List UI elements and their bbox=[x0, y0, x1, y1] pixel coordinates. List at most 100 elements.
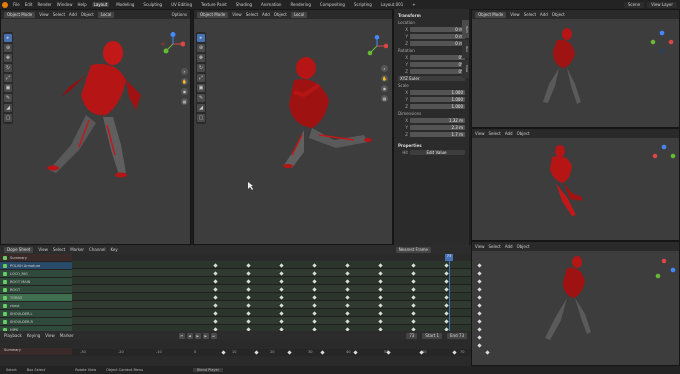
keyframe-diamond[interactable] bbox=[411, 286, 416, 292]
keyframe-diamond[interactable] bbox=[345, 278, 350, 284]
menu-select-rt[interactable]: Select bbox=[524, 12, 536, 17]
keyframe-diamond[interactable] bbox=[411, 270, 416, 276]
location-y-field[interactable]: 0 m bbox=[410, 33, 465, 39]
transform-tool-icon[interactable]: ▣ bbox=[197, 84, 205, 92]
keyframe-diamond[interactable] bbox=[312, 262, 317, 268]
annotate-tool-icon[interactable]: ✎ bbox=[197, 94, 205, 102]
keyframe-diamond[interactable] bbox=[246, 310, 251, 316]
viewport-right-bottom[interactable]: View Select Add Object bbox=[471, 241, 680, 366]
orientation-dropdown-center[interactable]: Local bbox=[290, 11, 308, 18]
end-frame-field[interactable]: End 73 bbox=[447, 332, 467, 339]
snapping-dropdown[interactable]: Nearest Frame bbox=[395, 246, 431, 253]
keyframe-diamond[interactable] bbox=[279, 278, 284, 284]
keyframe-track[interactable] bbox=[72, 285, 482, 293]
keyframe-diamond[interactable] bbox=[444, 310, 449, 316]
location-x-field[interactable]: 0 m bbox=[410, 26, 465, 32]
keyframe-track[interactable] bbox=[72, 269, 482, 277]
rotation-mode-dropdown[interactable]: XYZ Euler bbox=[398, 75, 465, 81]
move-tool-icon[interactable]: ✥ bbox=[197, 54, 205, 62]
navigation-gizmo-icon[interactable] bbox=[652, 144, 676, 168]
add-cube-tool-icon[interactable]: ▢ bbox=[197, 114, 205, 122]
tab-uv-editing[interactable]: UV Editing bbox=[169, 2, 194, 7]
blender-logo-icon[interactable] bbox=[2, 1, 8, 8]
tab-scripting[interactable]: Scripting bbox=[352, 2, 374, 7]
timeline-keyframe[interactable] bbox=[386, 350, 391, 355]
properties-section-header[interactable]: Properties bbox=[398, 143, 465, 148]
menu-object-rb[interactable]: Object bbox=[517, 244, 530, 249]
keyframe-diamond[interactable] bbox=[411, 278, 416, 284]
scale-tool-icon[interactable]: ⤢ bbox=[197, 74, 205, 82]
rotate-tool-icon[interactable]: ↻ bbox=[4, 64, 12, 72]
keyframe-diamond[interactable] bbox=[444, 302, 449, 308]
keyframe-diamond[interactable] bbox=[246, 262, 251, 268]
zoom-icon[interactable]: ⌕ bbox=[381, 65, 388, 72]
channel-row[interactable]: TORSO bbox=[0, 294, 72, 302]
ds-menu-select[interactable]: Select bbox=[53, 247, 65, 252]
menu-add-rb[interactable]: Add bbox=[505, 244, 513, 249]
keyframe-diamond[interactable] bbox=[312, 294, 317, 300]
tab-layout[interactable]: Layout bbox=[91, 2, 110, 7]
menu-help[interactable]: Help bbox=[77, 2, 86, 7]
start-frame-field[interactable]: Start 1 bbox=[422, 332, 443, 339]
mode-dropdown[interactable]: Object Mode bbox=[4, 11, 36, 18]
select-tool-icon[interactable]: ▸ bbox=[4, 34, 12, 42]
zoom-icon[interactable]: ⌕ bbox=[181, 68, 188, 75]
tab-compositing[interactable]: Compositing bbox=[318, 2, 347, 7]
rotate-tool-icon[interactable]: ↻ bbox=[197, 64, 205, 72]
ds-menu-view[interactable]: View bbox=[38, 247, 48, 252]
measure-tool-icon[interactable]: ◢ bbox=[197, 104, 205, 112]
keyframe-diamond[interactable] bbox=[378, 286, 383, 292]
keyframe-diamond[interactable] bbox=[213, 310, 218, 316]
keyframe-track[interactable] bbox=[72, 317, 482, 325]
jump-start-icon[interactable]: ⏮ bbox=[178, 332, 185, 339]
menu-render[interactable]: Render bbox=[37, 2, 51, 7]
keyframe-diamond[interactable] bbox=[279, 262, 284, 268]
keyframe-diamond[interactable] bbox=[444, 286, 449, 292]
keyframe-diamond[interactable] bbox=[279, 302, 284, 308]
keyframe-track[interactable] bbox=[72, 277, 482, 285]
keyframe-diamond[interactable] bbox=[279, 270, 284, 276]
scale-tool-icon[interactable]: ⤢ bbox=[4, 74, 12, 82]
menu-object[interactable]: Object bbox=[81, 12, 94, 17]
perspective-grid-icon[interactable]: ▦ bbox=[181, 98, 188, 105]
tl-menu-view[interactable]: View bbox=[45, 333, 55, 338]
keyframe-track[interactable] bbox=[72, 261, 482, 269]
menu-add-center[interactable]: Add bbox=[262, 12, 270, 17]
timeline-keyframe[interactable] bbox=[452, 350, 457, 355]
tab-tool[interactable]: Tool bbox=[462, 40, 469, 58]
keyframe-diamond[interactable] bbox=[444, 262, 449, 268]
viewport-left[interactable]: Object Mode View Select Add Object Local… bbox=[0, 9, 191, 245]
cursor-tool-icon[interactable]: ⊕ bbox=[197, 44, 205, 52]
keyframe-diamond[interactable] bbox=[279, 294, 284, 300]
menu-add[interactable]: Add bbox=[69, 12, 77, 17]
menu-view[interactable]: View bbox=[39, 12, 49, 17]
navigation-gizmo-icon[interactable] bbox=[652, 258, 676, 282]
keyframe-diamond[interactable] bbox=[411, 262, 416, 268]
channel-row[interactable]: SHOULDER.L bbox=[0, 310, 72, 318]
menu-add-rt[interactable]: Add bbox=[540, 12, 548, 17]
keyframe-diamond[interactable] bbox=[378, 318, 383, 324]
ds-menu-key[interactable]: Key bbox=[110, 247, 117, 252]
current-frame-field[interactable]: 73 bbox=[406, 332, 418, 339]
channel-row[interactable]: ROOT MAIN bbox=[0, 278, 72, 286]
dimensions-y-field[interactable]: 2.3 m bbox=[410, 124, 465, 130]
viewport-right-middle[interactable]: View Select Add Object bbox=[471, 128, 680, 241]
ds-menu-marker[interactable]: Marker bbox=[70, 247, 84, 252]
pan-hand-icon[interactable]: ✋ bbox=[381, 75, 388, 82]
keyframe-diamond[interactable] bbox=[378, 310, 383, 316]
jump-end-icon[interactable]: ⏭ bbox=[210, 332, 217, 339]
channel-row[interactable]: POLISH Armature bbox=[0, 262, 72, 270]
scale-x-field[interactable]: 1.000 bbox=[410, 89, 465, 95]
menu-select-rm[interactable]: Select bbox=[489, 131, 501, 136]
current-frame-indicator[interactable]: 73 bbox=[445, 254, 453, 261]
keyframe-diamond[interactable] bbox=[213, 318, 218, 324]
menu-select-center[interactable]: Select bbox=[246, 12, 258, 17]
prev-key-icon[interactable]: ◀ bbox=[186, 332, 193, 339]
keyframe-diamond[interactable] bbox=[444, 294, 449, 300]
mode-dropdown-center[interactable]: Object Mode bbox=[197, 11, 229, 18]
keyframe-diamond[interactable] bbox=[213, 286, 218, 292]
timeline-keyframe[interactable] bbox=[419, 350, 424, 355]
timeline-keys[interactable] bbox=[72, 348, 490, 366]
tl-menu-playback[interactable]: Playback bbox=[4, 333, 22, 338]
pan-hand-icon[interactable]: ✋ bbox=[181, 78, 188, 85]
